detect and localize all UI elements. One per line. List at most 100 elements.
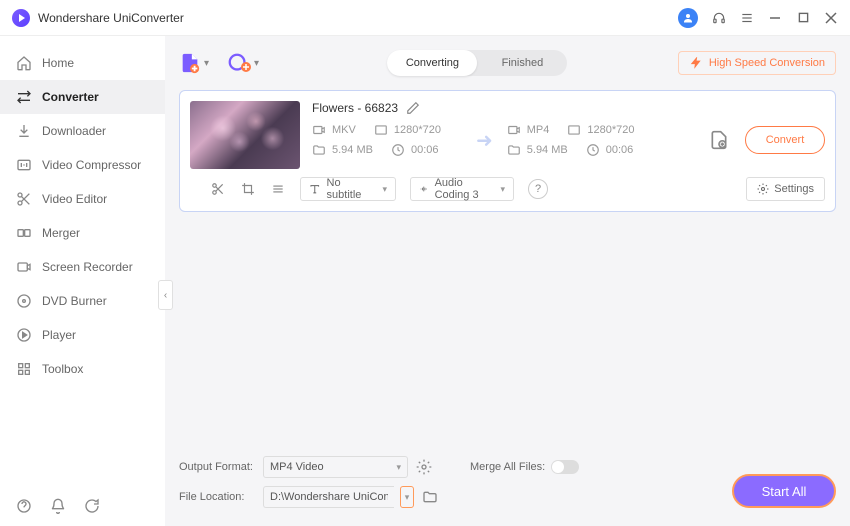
- file-name: Flowers - 66823: [312, 101, 398, 115]
- titlebar: Wondershare UniConverter: [0, 0, 850, 36]
- settings-label: Settings: [774, 183, 814, 195]
- maximize-button[interactable]: [796, 11, 810, 25]
- edit-name-icon[interactable]: [406, 101, 420, 115]
- headphones-icon[interactable]: [712, 11, 726, 25]
- chevron-down-icon: ▾: [396, 462, 401, 473]
- add-file-button[interactable]: ▾: [179, 52, 209, 74]
- sidebar-item-label: Converter: [42, 90, 99, 104]
- recorder-icon: [16, 259, 32, 275]
- merge-toggle[interactable]: [551, 460, 579, 474]
- app-logo: [12, 9, 30, 27]
- sidebar-item-label: Downloader: [42, 124, 106, 138]
- arrow-right-icon: ➜: [470, 128, 499, 153]
- file-location-select[interactable]: D:\Wondershare UniConverter: [263, 486, 394, 508]
- location-dropdown-button[interactable]: ▾: [400, 486, 414, 508]
- chevron-down-icon: ▾: [500, 184, 505, 195]
- video-thumbnail[interactable]: [190, 101, 300, 169]
- clock-icon: [586, 143, 600, 157]
- trim-icon[interactable]: [210, 182, 226, 196]
- high-speed-button[interactable]: High Speed Conversion: [678, 51, 836, 75]
- src-format: MKV: [332, 124, 356, 136]
- subtitle-icon: [309, 183, 321, 195]
- minimize-button[interactable]: [768, 11, 782, 25]
- more-icon[interactable]: [270, 182, 286, 196]
- dst-resolution: 1280*720: [587, 124, 634, 136]
- format-settings-icon[interactable]: [416, 459, 432, 475]
- sidebar-item-label: Toolbox: [42, 362, 83, 376]
- sidebar-item-home[interactable]: Home: [0, 46, 165, 80]
- chevron-down-icon: ▾: [204, 58, 209, 69]
- dst-format: MP4: [527, 124, 550, 136]
- content-area: ▾ ▾ Converting Finished High Speed Conve…: [165, 36, 850, 526]
- converter-icon: [16, 89, 32, 105]
- sidebar-item-player[interactable]: Player: [0, 318, 165, 352]
- output-format-label: Output Format:: [179, 461, 255, 473]
- dst-size: 5.94 MB: [527, 144, 568, 156]
- subtitle-select[interactable]: No subtitle ▾: [300, 177, 396, 201]
- sidebar-item-toolbox[interactable]: Toolbox: [0, 352, 165, 386]
- output-settings-icon[interactable]: [701, 130, 737, 150]
- high-speed-label: High Speed Conversion: [709, 57, 825, 69]
- resolution-icon: [374, 123, 388, 137]
- file-location-label: File Location:: [179, 491, 255, 503]
- scissors-icon: [16, 191, 32, 207]
- sidebar-item-label: Video Editor: [42, 192, 107, 206]
- gear-icon: [757, 183, 769, 195]
- sidebar-item-label: Merger: [42, 226, 80, 240]
- menu-icon[interactable]: [740, 11, 754, 25]
- play-icon: [16, 327, 32, 343]
- disc-icon: [16, 293, 32, 309]
- info-icon[interactable]: ?: [528, 179, 548, 199]
- open-folder-icon[interactable]: [422, 489, 438, 505]
- audio-select[interactable]: Audio Coding 3 ▾: [410, 177, 514, 201]
- grid-icon: [16, 361, 32, 377]
- lightning-icon: [689, 56, 703, 70]
- sidebar-item-label: Home: [42, 56, 74, 70]
- help-icon[interactable]: [16, 498, 32, 514]
- sidebar-item-compressor[interactable]: Video Compressor: [0, 148, 165, 182]
- src-size: 5.94 MB: [332, 144, 373, 156]
- sidebar-item-downloader[interactable]: Downloader: [0, 114, 165, 148]
- subtitle-value: No subtitle: [327, 177, 377, 201]
- feedback-icon[interactable]: [84, 498, 100, 514]
- bell-icon[interactable]: [50, 498, 66, 514]
- folder-icon: [312, 143, 326, 157]
- sidebar-item-merger[interactable]: Merger: [0, 216, 165, 250]
- crop-icon[interactable]: [240, 182, 256, 196]
- sidebar-item-dvd[interactable]: DVD Burner: [0, 284, 165, 318]
- output-format-select[interactable]: MP4 Video ▾: [263, 456, 408, 478]
- download-icon: [16, 123, 32, 139]
- compressor-icon: [16, 157, 32, 173]
- chevron-down-icon: ▾: [254, 58, 259, 69]
- src-resolution: 1280*720: [394, 124, 441, 136]
- video-icon: [507, 123, 521, 137]
- item-settings-button[interactable]: Settings: [746, 177, 825, 201]
- app-title: Wondershare UniConverter: [38, 11, 678, 25]
- file-card: Flowers - 66823 MKV 1280*720 5.94 MB 00:…: [179, 90, 836, 212]
- sidebar-item-label: Player: [42, 328, 76, 342]
- start-all-button[interactable]: Start All: [732, 474, 836, 508]
- dst-duration: 00:06: [606, 144, 634, 156]
- sidebar-item-label: Video Compressor: [42, 158, 141, 172]
- src-duration: 00:06: [411, 144, 439, 156]
- tab-converting[interactable]: Converting: [387, 50, 477, 76]
- merge-label: Merge All Files:: [470, 461, 545, 473]
- sidebar-item-editor[interactable]: Video Editor: [0, 182, 165, 216]
- resolution-icon: [567, 123, 581, 137]
- tab-finished[interactable]: Finished: [477, 50, 567, 76]
- close-button[interactable]: [824, 11, 838, 25]
- file-location-value: D:\Wondershare UniConverter: [270, 491, 388, 503]
- sidebar-item-label: Screen Recorder: [42, 260, 133, 274]
- audio-icon: [419, 183, 429, 195]
- add-url-button[interactable]: ▾: [227, 52, 259, 74]
- merger-icon: [16, 225, 32, 241]
- home-icon: [16, 55, 32, 71]
- convert-button[interactable]: Convert: [745, 126, 825, 154]
- sidebar-item-recorder[interactable]: Screen Recorder: [0, 250, 165, 284]
- sidebar-item-converter[interactable]: Converter: [0, 80, 165, 114]
- video-icon: [312, 123, 326, 137]
- chevron-down-icon: ▾: [382, 184, 387, 195]
- audio-value: Audio Coding 3: [435, 177, 495, 201]
- user-avatar-icon[interactable]: [678, 8, 698, 28]
- folder-icon: [507, 143, 521, 157]
